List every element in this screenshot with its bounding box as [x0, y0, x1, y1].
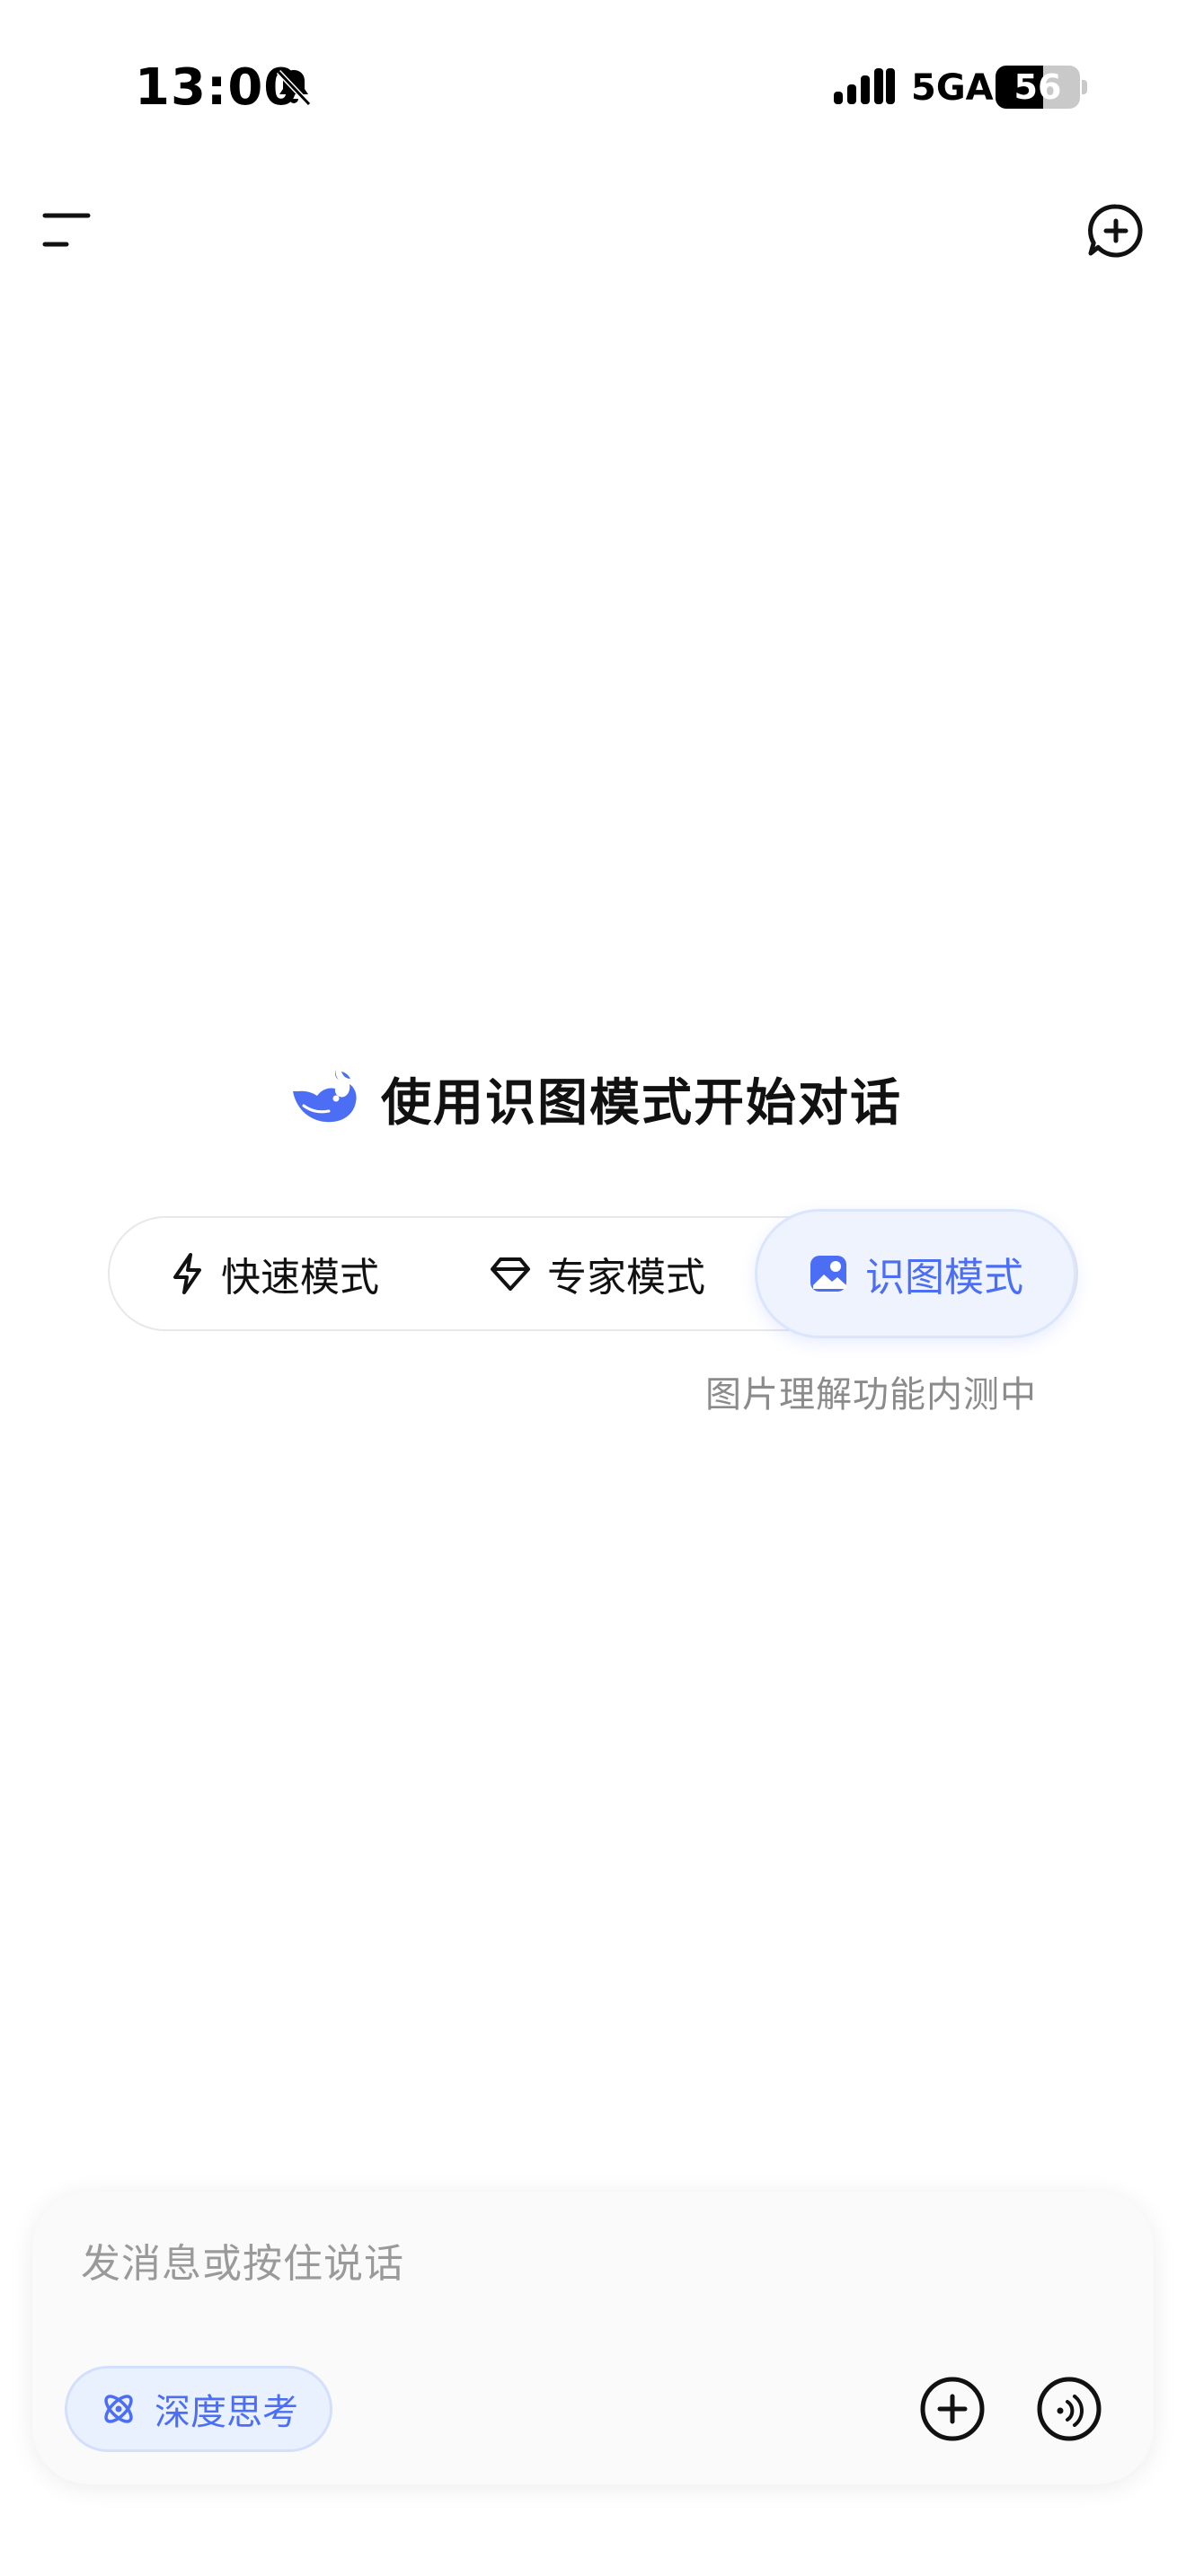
tab-fast-mode[interactable]: 快速模式 [144, 1209, 404, 1338]
deep-think-label: 深度思考 [155, 2392, 298, 2433]
mode-note: 图片理解功能内测中 [705, 1374, 1037, 1416]
tab-expert-mode[interactable]: 专家模式 [467, 1209, 728, 1338]
voice-wave-icon[interactable] [1035, 2375, 1103, 2443]
tab-vision-mode[interactable]: 识图模式 [755, 1209, 1076, 1338]
welcome-heading: 使用识图模式开始对话 [0, 1058, 1186, 1139]
image-icon [810, 1256, 846, 1292]
screen: 13:00 5GA 56 使用识图模式开始对话 快速模式 专家模式 识图模式 图… [0, 0, 1186, 2576]
bell-slash-icon [276, 69, 312, 107]
message-composer: 发消息或按住说话 深度思考 [32, 2192, 1154, 2484]
whale-logo-icon [293, 1070, 357, 1123]
diamond-icon [491, 1257, 530, 1291]
heading-text: 使用识图模式开始对话 [381, 1073, 902, 1133]
atom-icon [104, 2395, 133, 2423]
lightning-icon [173, 1253, 201, 1294]
tab-expert-mode-label: 专家模式 [547, 1255, 705, 1301]
tab-vision-mode-label: 识图模式 [865, 1255, 1023, 1301]
menu-icon[interactable] [36, 198, 101, 262]
plus-circle-icon[interactable] [918, 2375, 987, 2443]
battery-cap [1082, 80, 1087, 94]
deep-think-toggle[interactable]: 深度思考 [65, 2366, 332, 2452]
battery-level: 56 [1013, 67, 1062, 107]
tab-fast-mode-label: 快速模式 [221, 1255, 379, 1301]
signal-dots-icon [834, 68, 895, 104]
battery-indicator: 56 [996, 66, 1080, 109]
network-type: 5GA [911, 67, 994, 109]
message-input[interactable]: 发消息或按住说话 [81, 2231, 404, 2289]
new-chat-plus-icon[interactable] [1084, 199, 1148, 264]
